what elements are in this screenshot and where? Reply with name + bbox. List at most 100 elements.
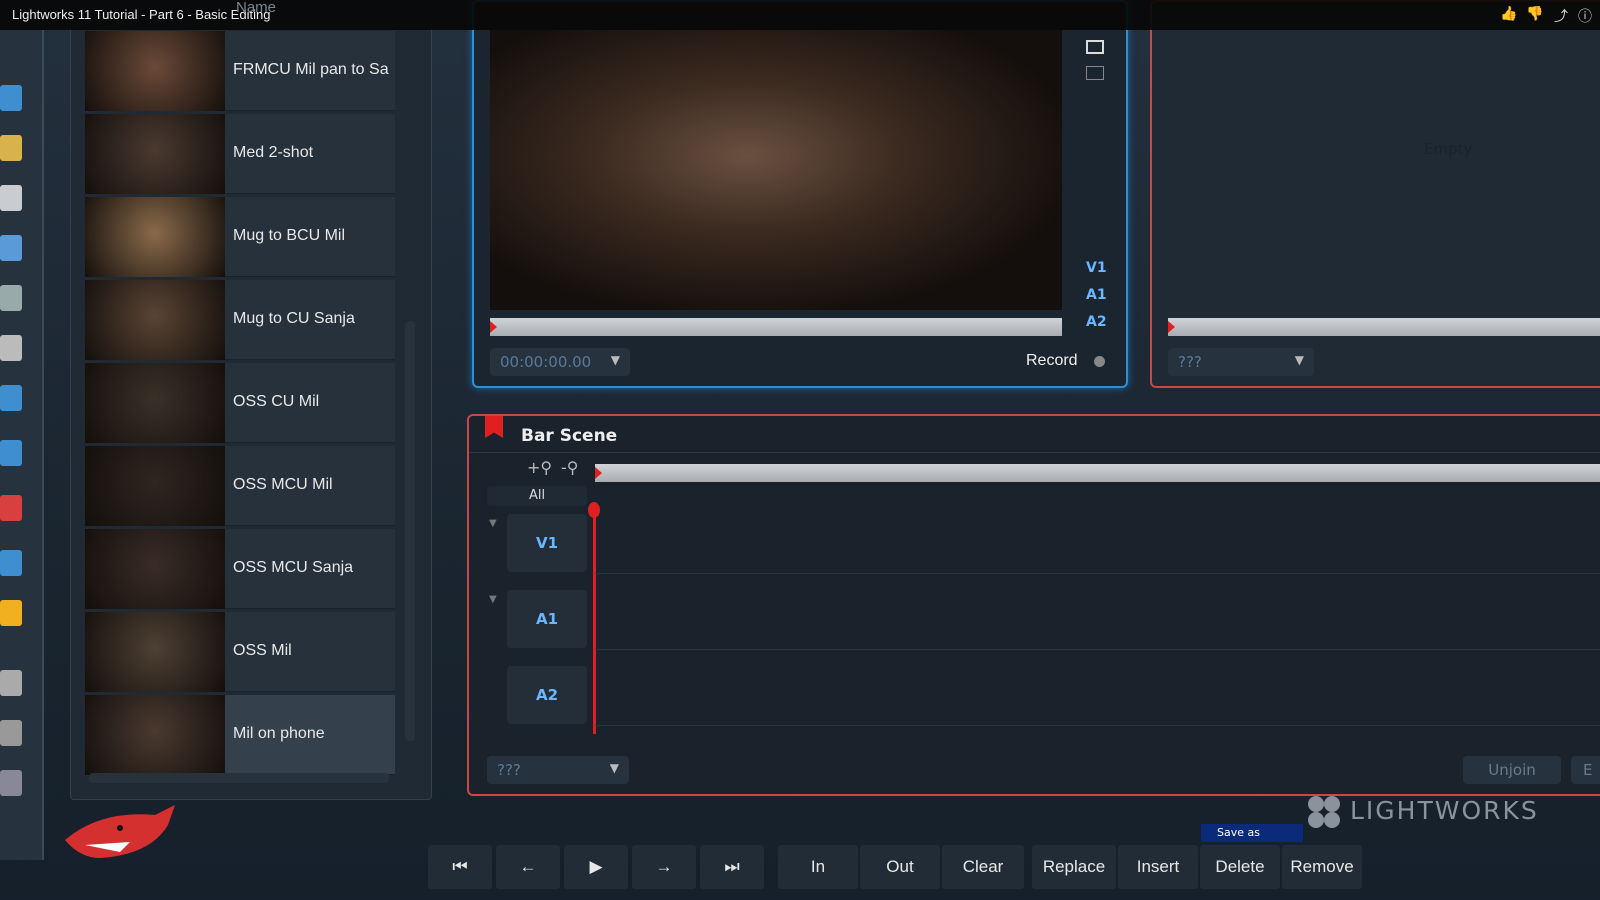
clip-thumbnail — [85, 529, 225, 609]
exit-icon[interactable] — [0, 770, 22, 796]
clip-thumbnail — [85, 695, 225, 775]
tooltip: Save as — [1201, 824, 1303, 842]
effects-icon[interactable] — [0, 495, 22, 521]
project-icon[interactable] — [0, 385, 22, 411]
clip-list-item[interactable]: OSS Mil — [85, 612, 395, 692]
timeline-panel: Bar Scene +⚲ -⚲ All ▼ ▼ V1 A1 A2 ??? ▼ Un… — [467, 414, 1600, 796]
share-icon[interactable]: ⤴ — [1552, 6, 1570, 25]
clip-list-item[interactable]: FRMCU Mil pan to Sa — [85, 31, 395, 111]
search-icon[interactable] — [0, 135, 22, 161]
clip-thumbnail — [85, 114, 225, 194]
replace-button[interactable]: Replace — [1032, 845, 1116, 889]
clip-list-item[interactable]: OSS CU Mil — [85, 363, 395, 443]
media-icon[interactable] — [0, 335, 22, 361]
chevron-down-icon: ▼ — [1294, 353, 1304, 367]
clip-name: OSS MCU Sanja — [233, 559, 354, 576]
track-lane-a2[interactable] — [595, 666, 1600, 726]
chevron-down-icon: ▼ — [609, 761, 619, 775]
step-forward-button[interactable]: → — [632, 845, 696, 889]
clip-name: Med 2-shot — [233, 144, 314, 161]
delete-button[interactable]: Delete — [1200, 845, 1280, 889]
track-a2[interactable]: A2 — [1086, 314, 1107, 330]
detach-icon[interactable] — [1086, 66, 1104, 80]
clip-name: OSS Mil — [233, 642, 292, 659]
unjoin-button[interactable]: Unjoin — [1463, 756, 1561, 784]
clip-list-item[interactable]: Med 2-shot — [85, 114, 395, 194]
source-viewer: V1 A1 A2 00:00:00.00 ▼ Record — [472, 0, 1128, 388]
bin-icon[interactable] — [0, 235, 22, 261]
clip-list-item[interactable]: OSS MCU Mil — [85, 446, 395, 526]
name-column-header[interactable]: Name — [236, 0, 276, 16]
import-icon[interactable] — [0, 285, 22, 311]
track-header-a2[interactable]: A2 — [507, 666, 587, 724]
zoom-in-icon[interactable]: +⚲ — [527, 458, 552, 477]
track-header-v1[interactable]: V1 — [507, 514, 587, 572]
track-lane-v1[interactable] — [595, 514, 1600, 574]
shark-mascot-logo — [60, 800, 180, 870]
all-tracks-button[interactable]: All — [487, 486, 587, 506]
record-timecode-value: ??? — [1178, 353, 1202, 371]
zoom-out-icon[interactable]: -⚲ — [561, 458, 579, 477]
clip-name: Mug to BCU Mil — [233, 227, 346, 244]
timecode-dropdown[interactable]: 00:00:00.00 ▼ — [490, 348, 630, 376]
tool-icon-strip — [0, 30, 44, 860]
timecode-value: 00:00:00.00 — [500, 353, 592, 371]
cut-button[interactable]: E — [1571, 756, 1600, 784]
horizontal-scrollbar[interactable] — [89, 773, 389, 783]
collapse-v1-icon[interactable]: ▼ — [489, 518, 497, 529]
track-lane-a1[interactable] — [595, 590, 1600, 650]
lightworks-logo-icon — [1306, 794, 1342, 830]
clip-thumbnail — [85, 363, 225, 443]
clip-thumbnail — [85, 280, 225, 360]
clear-button[interactable]: Clear — [942, 845, 1024, 889]
window-icon[interactable] — [1086, 40, 1104, 54]
lightworks-logo: LIGHTWORKS — [1350, 796, 1539, 825]
sequence-icon[interactable] — [0, 440, 22, 466]
list-icon[interactable] — [0, 85, 22, 111]
clip-name: OSS CU Mil — [233, 393, 320, 410]
clip-thumbnail — [85, 446, 225, 526]
play-button[interactable]: ▶ — [564, 845, 628, 889]
clip-list-item[interactable]: Mil on phone — [85, 695, 395, 775]
track-v1[interactable]: V1 — [1086, 260, 1107, 276]
like-icon[interactable]: 👍 — [1500, 6, 1518, 24]
video-title: Lightworks 11 Tutorial - Part 6 - Basic … — [12, 7, 271, 22]
remove-button[interactable]: Remove — [1282, 845, 1362, 889]
go-to-start-button[interactable]: ⏮ — [428, 845, 492, 889]
video-frame[interactable] — [490, 30, 1062, 310]
bin-panel: FRMCU Mil pan to Sa Med 2-shot Mug to BCU … — [70, 20, 432, 800]
insert-button[interactable]: Insert — [1118, 845, 1198, 889]
timeline-scrub-bar[interactable] — [595, 464, 1600, 482]
track-header-a1[interactable]: A1 — [507, 590, 587, 648]
vertical-scrollbar[interactable] — [405, 321, 415, 741]
timeline-timecode-value: ??? — [497, 761, 521, 779]
record-viewer: Empty ??? ▼ — [1150, 0, 1600, 388]
grid-icon[interactable] — [0, 185, 22, 211]
clip-list-item[interactable]: Mug to BCU Mil — [85, 197, 395, 277]
mark-in-button[interactable]: In — [778, 845, 858, 889]
timeline-timecode-dropdown[interactable]: ??? ▼ — [487, 756, 629, 784]
clip-name: OSS MCU Mil — [233, 476, 333, 493]
clip-name: FRMCU Mil pan to Sa — [233, 61, 389, 78]
record-indicator-icon[interactable] — [1094, 356, 1105, 367]
sequence-title: Bar Scene — [521, 426, 618, 446]
audio-icon[interactable] — [0, 550, 22, 576]
track-a1[interactable]: A1 — [1086, 287, 1107, 303]
record-label: Record — [1026, 352, 1078, 369]
clip-list-item[interactable]: Mug to CU Sanja — [85, 280, 395, 360]
record-scrub-bar[interactable] — [1168, 318, 1600, 336]
export-icon[interactable] — [0, 600, 22, 626]
info-icon[interactable]: ⓘ — [1576, 6, 1594, 25]
source-scrub-bar[interactable] — [490, 318, 1062, 336]
dislike-icon[interactable]: 👎 — [1526, 6, 1544, 24]
collapse-a1-icon[interactable]: ▼ — [489, 594, 497, 605]
step-back-button[interactable]: ← — [496, 845, 560, 889]
clip-name: Mil on phone — [233, 725, 325, 742]
gear-icon[interactable] — [0, 720, 22, 746]
go-to-end-button[interactable]: ⏭ — [700, 845, 764, 889]
clip-list-item[interactable]: OSS MCU Sanja — [85, 529, 395, 609]
menu-icon[interactable] — [0, 670, 22, 696]
clip-name: Mug to CU Sanja — [233, 310, 355, 327]
mark-out-button[interactable]: Out — [860, 845, 940, 889]
record-timecode-dropdown[interactable]: ??? ▼ — [1168, 348, 1314, 376]
